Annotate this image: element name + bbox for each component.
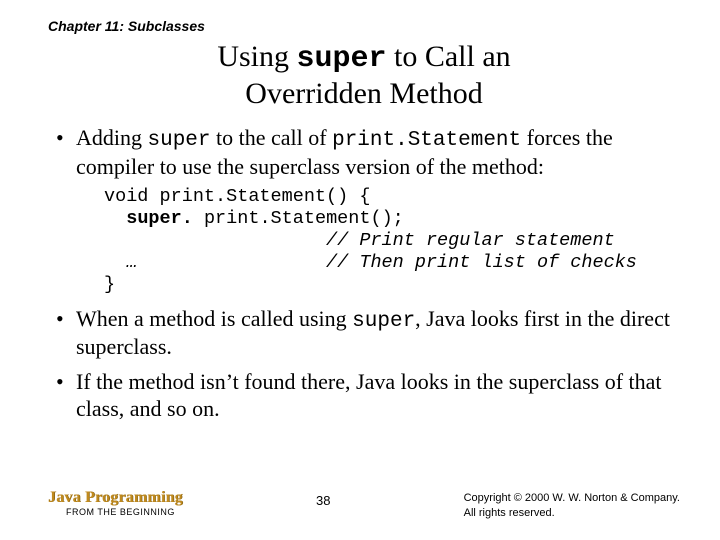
b1-mid: to the call of — [211, 125, 333, 150]
title-line1-pre: Using — [217, 40, 296, 73]
b1-mono2: print.Statement — [332, 129, 521, 152]
code-l2-indent — [104, 208, 126, 229]
b1-mono1: super — [148, 129, 211, 152]
code-l5: } — [104, 274, 115, 295]
b2-pre: When a method is called using — [76, 306, 352, 331]
slide-title: Using super to Call an Overridden Method — [48, 40, 680, 111]
code-l2-rest: print.Statement(); — [193, 208, 404, 229]
bullet-3: If the method isn’t found there, Java lo… — [54, 369, 680, 423]
title-line1-post: to Call an — [387, 40, 511, 73]
b1-pre: Adding — [76, 125, 148, 150]
copyright-line1: Copyright © 2000 W. W. Norton & Company. — [464, 491, 680, 505]
tagline: FROM THE BEGINNING — [66, 507, 183, 517]
bullet-2: When a method is called using super, Jav… — [54, 306, 680, 361]
code-l4: … // Then print list of checks — [104, 252, 637, 273]
footer: Java Programming FROM THE BEGINNING 38 C… — [48, 489, 680, 520]
copyright-line2: All rights reserved. — [464, 506, 680, 520]
code-l2-bold: super. — [126, 208, 193, 229]
bullet-list: Adding super to the call of print.Statem… — [54, 125, 680, 423]
title-mono-super: super — [297, 42, 387, 76]
copyright: Copyright © 2000 W. W. Norton & Company.… — [464, 489, 680, 520]
page-number: 38 — [316, 489, 330, 508]
footer-left: Java Programming FROM THE BEGINNING — [48, 489, 183, 517]
code-l1: void print.Statement() { — [104, 186, 370, 207]
title-line2: Overridden Method — [245, 77, 482, 110]
code-l3: // Print regular statement — [104, 230, 615, 251]
chapter-label: Chapter 11: Subclasses — [48, 18, 680, 34]
brand: Java Programming — [48, 489, 183, 507]
b2-mono: super — [352, 310, 415, 333]
b3-text: If the method isn’t found there, Java lo… — [76, 369, 662, 421]
code-block: void print.Statement() { super. print.St… — [104, 186, 680, 295]
slide-page: Chapter 11: Subclasses Using super to Ca… — [0, 0, 720, 540]
bullet-1: Adding super to the call of print.Statem… — [54, 125, 680, 296]
